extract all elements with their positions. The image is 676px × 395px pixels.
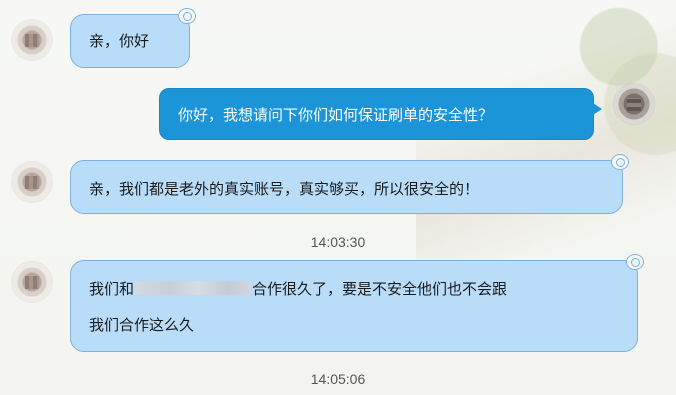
bubble-curl-decoration	[178, 8, 196, 24]
message-line-2: 我们合作这么久	[89, 316, 195, 334]
message-line-1: 我们和 合作很久了，要是不安全他们也不会跟	[89, 279, 619, 299]
message-bubble-received: 亲，我们都是老外的真实账号，真实够买，所以很安全的！	[70, 154, 629, 214]
bubble-curl-decoration	[611, 154, 629, 170]
bubble-curl-decoration	[626, 254, 644, 270]
redacted-text	[134, 281, 253, 295]
avatar[interactable]	[12, 20, 52, 60]
message-text: 亲，你好	[89, 32, 150, 50]
message-bubble-received: 亲，你好	[70, 8, 196, 68]
message-text: 合作很久了，要是不安全他们也不会跟	[252, 280, 508, 298]
message-text: 你好，我想请问下你们如何保证刷单的安全性？	[178, 106, 494, 124]
message-bubble-received: 我们和 合作很久了，要是不安全他们也不会跟 我们合作这么久	[70, 254, 644, 352]
timestamp: 14:05:06	[310, 371, 366, 387]
avatar[interactable]	[12, 262, 52, 302]
message-bubble-sent: 你好，我想请问下你们如何保证刷单的安全性？	[159, 88, 602, 140]
message-text: 我们和	[89, 280, 135, 298]
avatar[interactable]	[12, 162, 52, 202]
message-text: 亲，我们都是老外的真实账号，真实够买，所以很安全的！	[89, 180, 480, 198]
avatar[interactable]	[614, 84, 654, 124]
timestamp: 14:03:30	[310, 234, 366, 250]
